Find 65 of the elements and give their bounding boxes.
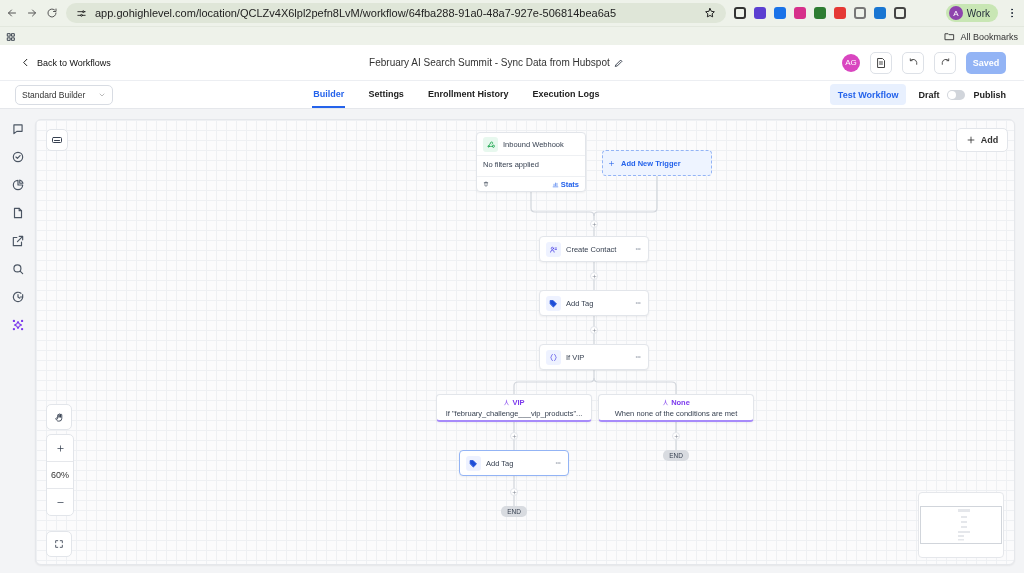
pan-button[interactable]: [46, 404, 72, 430]
plus-icon: [965, 135, 976, 145]
address-bar[interactable]: app.gohighlevel.com/location/QCLZv4X6lpl2pefn8LvM/workflow/64fba288-91a0-48a7-927e-506814bea6a5: [66, 3, 726, 23]
connector-line: [593, 175, 658, 217]
test-workflow-button[interactable]: Test Workflow: [829, 84, 907, 105]
branch-icon: [503, 398, 511, 406]
publish-label: Publish: [973, 89, 1006, 100]
document-icon: [875, 56, 887, 69]
check-circle-icon[interactable]: [10, 150, 25, 164]
tab[interactable]: Enrollment History: [426, 81, 510, 108]
apps-grid-icon[interactable]: [6, 31, 16, 42]
fit-view-button[interactable]: [46, 531, 72, 557]
redo-button[interactable]: [934, 51, 956, 74]
plus-icon: [511, 489, 517, 495]
expand-icon: [54, 539, 64, 549]
keyboard-icon: [51, 134, 63, 146]
tab[interactable]: Execution Logs: [531, 81, 601, 108]
back-link[interactable]: Back to Workflows: [20, 57, 111, 68]
connector-line: [530, 191, 595, 237]
extension-icon[interactable]: [794, 7, 806, 19]
plus-icon: [591, 273, 597, 279]
plus-icon: [55, 443, 65, 453]
profile-button[interactable]: A Work: [945, 4, 998, 22]
pencil-icon[interactable]: [613, 57, 624, 68]
tag-icon: [549, 298, 558, 308]
undo-button[interactable]: [902, 51, 924, 74]
workflow-title: February AI Search Summit - Sync Data from Hubspot: [369, 57, 610, 68]
draft-label: Draft: [918, 89, 940, 100]
plus-icon: [608, 159, 615, 167]
tag-icon: [469, 458, 478, 468]
back-icon[interactable]: [6, 7, 18, 19]
publish-toggle[interactable]: [947, 89, 966, 100]
all-bookmarks-link[interactable]: All Bookmarks: [960, 31, 1018, 42]
bar-chart-icon: [551, 180, 559, 188]
site-settings-icon: [76, 7, 87, 19]
extension-icon[interactable]: [834, 7, 846, 19]
chat-icon[interactable]: [10, 122, 25, 136]
folder-icon: [944, 31, 956, 42]
reload-icon[interactable]: [46, 7, 58, 19]
keyboard-button[interactable]: [46, 129, 68, 151]
bookmark-star-icon[interactable]: [704, 7, 716, 19]
builder-select[interactable]: Standard Builder: [15, 84, 113, 105]
plus-icon: [511, 433, 517, 439]
plus-icon: [673, 433, 679, 439]
braces-icon: [549, 352, 558, 362]
tab[interactable]: Settings: [367, 81, 405, 108]
pie-chart-icon[interactable]: [10, 178, 25, 192]
plus-icon: [591, 221, 597, 227]
clock-icon[interactable]: [10, 290, 25, 304]
hand-icon: [53, 411, 65, 423]
sparkle-icon[interactable]: [10, 318, 25, 332]
redo-icon: [939, 57, 951, 68]
external-link-icon[interactable]: [10, 234, 25, 248]
branch-icon: [662, 398, 670, 406]
search-icon[interactable]: [10, 262, 25, 276]
contacts-icon: [549, 244, 558, 254]
forward-icon[interactable]: [26, 7, 38, 19]
notes-button[interactable]: [870, 51, 892, 74]
add-button[interactable]: Add: [956, 128, 1008, 152]
undo-icon: [907, 57, 919, 68]
zoom-level: 60%: [47, 461, 73, 489]
user-avatar[interactable]: AG: [842, 53, 860, 72]
extension-icon[interactable]: [754, 7, 766, 19]
plus-icon: [591, 327, 597, 333]
extension-icon[interactable]: [874, 7, 886, 19]
